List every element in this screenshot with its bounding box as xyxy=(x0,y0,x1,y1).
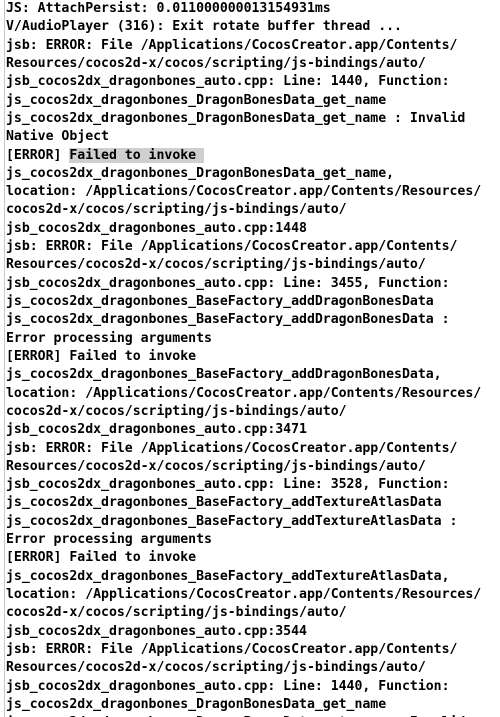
log-line[interactable]: js_cocos2dx_dragonbones_BaseFactory_addD… xyxy=(6,293,500,311)
log-line[interactable]: Resources/cocos2d-x/cocos/scripting/js-b… xyxy=(6,659,500,677)
log-gutter xyxy=(0,0,5,717)
log-text: [ERROR] Failed to invoke xyxy=(6,348,197,364)
log-line[interactable]: cocos2d-x/cocos/scripting/js-bindings/au… xyxy=(6,604,500,622)
log-text: Resources/cocos2d-x/cocos/scripting/js-b… xyxy=(6,660,426,676)
log-text: jsb: ERROR: File /Applications/CocosCrea… xyxy=(6,440,458,456)
log-line[interactable]: jsb: ERROR: File /Applications/CocosCrea… xyxy=(6,238,500,256)
log-line[interactable]: js_cocos2dx_dragonbones_DragonBonesData_… xyxy=(6,165,500,183)
log-text: [ERROR] xyxy=(6,147,70,163)
log-line[interactable]: jsb_cocos2dx_dragonbones_auto.cpp: Line:… xyxy=(6,678,500,696)
log-text: jsb: ERROR: File /Applications/CocosCrea… xyxy=(6,641,458,657)
log-line[interactable]: jsb_cocos2dx_dragonbones_auto.cpp: Line:… xyxy=(6,476,500,494)
log-line[interactable]: V/AudioPlayer (316): Exit rotate buffer … xyxy=(6,18,500,36)
log-line[interactable]: js_cocos2dx_dragonbones_DragonBonesData_… xyxy=(6,110,500,128)
log-text: js_cocos2dx_dragonbones_BaseFactory_addT… xyxy=(6,495,442,511)
log-text: js_cocos2dx_dragonbones_BaseFactory_addD… xyxy=(6,312,450,328)
log-line[interactable]: Resources/cocos2d-x/cocos/scripting/js-b… xyxy=(6,55,500,73)
log-text: js_cocos2dx_dragonbones_BaseFactory_addT… xyxy=(6,513,458,529)
log-line[interactable]: Error processing arguments xyxy=(6,531,500,549)
log-text: js_cocos2dx_dragonbones_DragonBonesData_… xyxy=(6,696,387,712)
log-text: Native Object xyxy=(6,129,109,145)
log-line[interactable]: [ERROR] Failed to invoke xyxy=(6,549,500,567)
log-line[interactable]: location: /Applications/CocosCreator.app… xyxy=(6,183,500,201)
log-text: jsb_cocos2dx_dragonbones_auto.cpp: Line:… xyxy=(6,74,450,90)
log-line[interactable]: Native Object xyxy=(6,128,500,146)
log-text: cocos2d-x/cocos/scripting/js-bindings/au… xyxy=(6,202,347,218)
log-line[interactable]: jsb_cocos2dx_dragonbones_auto.cpp:3471 xyxy=(6,421,500,439)
log-line[interactable]: js_cocos2dx_dragonbones_BaseFactory_addD… xyxy=(6,311,500,329)
log-line[interactable]: location: /Applications/CocosCreator.app… xyxy=(6,385,500,403)
log-text: V/AudioPlayer (316): Exit rotate buffer … xyxy=(6,19,402,35)
log-text: jsb_cocos2dx_dragonbones_auto.cpp:3471 xyxy=(6,422,307,438)
log-line[interactable]: cocos2d-x/cocos/scripting/js-bindings/au… xyxy=(6,201,500,219)
log-output-area[interactable]: JS: AttachPersist: 0.011000000013154931m… xyxy=(6,0,500,717)
log-line[interactable]: jsb_cocos2dx_dragonbones_auto.cpp: Line:… xyxy=(6,73,500,91)
log-text: cocos2d-x/cocos/scripting/js-bindings/au… xyxy=(6,605,347,621)
log-text: jsb: ERROR: File /Applications/CocosCrea… xyxy=(6,37,458,53)
log-text: js_cocos2dx_dragonbones_BaseFactory_addD… xyxy=(6,367,442,383)
log-text: jsb: ERROR: File /Applications/CocosCrea… xyxy=(6,239,458,255)
log-text: js_cocos2dx_dragonbones_BaseFactory_addT… xyxy=(6,568,450,584)
log-line[interactable]: cocos2d-x/cocos/scripting/js-bindings/au… xyxy=(6,403,500,421)
log-text: location: /Applications/CocosCreator.app… xyxy=(6,587,482,602)
log-line[interactable]: jsb_cocos2dx_dragonbones_auto.cpp:1448 xyxy=(6,220,500,238)
log-text: JS: AttachPersist: 0.011000000013154931m… xyxy=(6,1,331,16)
log-text: jsb_cocos2dx_dragonbones_auto.cpp: Line:… xyxy=(6,477,450,493)
log-text: jsb_cocos2dx_dragonbones_auto.cpp:3544 xyxy=(6,623,307,639)
log-text: js_cocos2dx_dragonbones_DragonBonesData_… xyxy=(6,165,395,181)
log-text: js_cocos2dx_dragonbones_DragonBonesData_… xyxy=(6,110,466,126)
log-line[interactable]: js_cocos2dx_dragonbones_DragonBonesData_… xyxy=(6,696,500,714)
log-line[interactable]: jsb: ERROR: File /Applications/CocosCrea… xyxy=(6,440,500,458)
log-text: jsb_cocos2dx_dragonbones_auto.cpp: Line:… xyxy=(6,678,450,694)
log-text: cocos2d-x/cocos/scripting/js-bindings/au… xyxy=(6,403,347,419)
log-line[interactable]: js_cocos2dx_dragonbones_BaseFactory_addT… xyxy=(6,568,500,586)
log-text: Resources/cocos2d-x/cocos/scripting/js-b… xyxy=(6,257,426,273)
log-line[interactable]: [ERROR] Failed to invoke xyxy=(6,147,500,165)
log-text: location: /Applications/CocosCreator.app… xyxy=(6,385,482,401)
log-text: js_cocos2dx_dragonbones_BaseFactory_addD… xyxy=(6,294,434,309)
log-text: location: /Applications/CocosCreator.app… xyxy=(6,184,482,200)
log-text: jsb_cocos2dx_dragonbones_auto.cpp: Line:… xyxy=(6,275,450,291)
log-line[interactable]: jsb_cocos2dx_dragonbones_auto.cpp:3544 xyxy=(6,623,500,641)
log-line[interactable]: jsb: ERROR: File /Applications/CocosCrea… xyxy=(6,37,500,55)
log-text: Error processing arguments xyxy=(6,532,212,548)
log-text-selected: Failed to invoke xyxy=(69,147,204,163)
log-line[interactable]: js_cocos2dx_dragonbones_BaseFactory_addT… xyxy=(6,513,500,531)
log-line[interactable]: Resources/cocos2d-x/cocos/scripting/js-b… xyxy=(6,256,500,274)
log-line[interactable]: Resources/cocos2d-x/cocos/scripting/js-b… xyxy=(6,458,500,476)
console-log-panel[interactable]: JS: AttachPersist: 0.011000000013154931m… xyxy=(0,0,500,717)
log-text: Resources/cocos2d-x/cocos/scripting/js-b… xyxy=(6,458,426,474)
log-text: [ERROR] Failed to invoke xyxy=(6,550,197,566)
log-line[interactable]: js_cocos2dx_dragonbones_BaseFactory_addD… xyxy=(6,366,500,384)
log-line[interactable]: location: /Applications/CocosCreator.app… xyxy=(6,586,500,604)
log-line[interactable]: js_cocos2dx_dragonbones_BaseFactory_addT… xyxy=(6,494,500,512)
log-line[interactable]: [ERROR] Failed to invoke xyxy=(6,348,500,366)
log-text: jsb_cocos2dx_dragonbones_auto.cpp:1448 xyxy=(6,220,307,236)
log-text: Resources/cocos2d-x/cocos/scripting/js-b… xyxy=(6,55,426,71)
log-line[interactable]: JS: AttachPersist: 0.011000000013154931m… xyxy=(6,0,500,18)
log-text: js_cocos2dx_dragonbones_DragonBonesData_… xyxy=(6,92,387,108)
log-text: Error processing arguments xyxy=(6,330,212,346)
log-line[interactable]: Error processing arguments xyxy=(6,330,500,348)
log-line[interactable]: jsb_cocos2dx_dragonbones_auto.cpp: Line:… xyxy=(6,275,500,293)
log-line[interactable]: jsb: ERROR: File /Applications/CocosCrea… xyxy=(6,641,500,659)
log-line[interactable]: js_cocos2dx_dragonbones_DragonBonesData_… xyxy=(6,92,500,110)
